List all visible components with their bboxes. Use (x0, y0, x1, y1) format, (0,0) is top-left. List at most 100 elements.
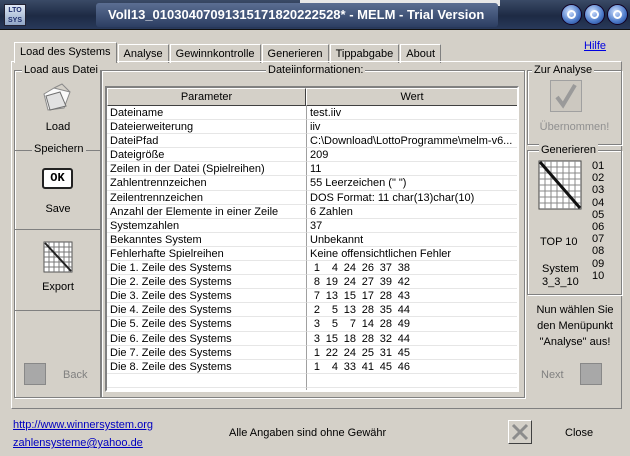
generate-number: 01 (592, 160, 605, 172)
system-number: 49 (397, 318, 410, 331)
column-header-wert[interactable]: Wert (306, 88, 517, 106)
parameter-cell: Zeilen in der Datei (Spielreihen) (107, 162, 307, 177)
table-row[interactable]: Die 7. Zeile des Systems 1 22 24 25 31 45 (107, 345, 517, 360)
email-link[interactable]: zahlensysteme@yahoo.de (13, 437, 143, 449)
table-row[interactable]: Dateiname test.iiv (107, 106, 517, 121)
checkmark-icon[interactable] (550, 80, 582, 112)
table-body: Dateiname test.iiv Dateierweiterung iiv Date… (107, 106, 517, 390)
system-number: 45 (379, 360, 392, 373)
next-button[interactable]: Next (541, 369, 564, 381)
system-number: 46 (397, 360, 410, 373)
system-number: 38 (397, 262, 410, 275)
fileinfo-group-title: Dateiinformationen: (266, 64, 366, 76)
generate-group-title: Generieren (539, 144, 599, 156)
close-window-button[interactable] (607, 4, 628, 25)
system-number: 3 (313, 318, 320, 331)
table-row[interactable]: Die 3. Zeile des Systems 7 13 15 17 28 43 (107, 289, 517, 304)
disclaimer-text: Alle Angaben sind ohne Gewähr (229, 427, 387, 439)
table-row[interactable]: Zahlentrennzeichen 55 Leerzeichen (" ") (107, 176, 517, 191)
next-arrow-icon[interactable] (580, 363, 602, 385)
table-row[interactable]: Anzahl der Elemente in einer Zeile 6 Zahl… (107, 204, 517, 219)
system-number: 28 (361, 304, 374, 317)
table-row[interactable]: Die 8. Zeile des Systems 1 4 33 41 45 46 (107, 359, 517, 374)
divider (14, 310, 101, 311)
table-row[interactable]: Die 2. Zeile des Systems 8 19 24 27 39 42 (107, 275, 517, 290)
value-cell: test.iiv (307, 106, 517, 121)
close-button[interactable]: Close (565, 427, 593, 439)
system-number: 24 (343, 346, 356, 359)
system-number: 42 (397, 276, 410, 289)
system-number: 13 (325, 290, 338, 303)
open-folder-icon[interactable] (40, 82, 76, 114)
system-number: 24 (343, 276, 356, 289)
system-number: 35 (379, 304, 392, 317)
table-row[interactable]: Die 1. Zeile des Systems 1 4 24 26 37 38 (107, 261, 517, 276)
table-row[interactable]: Fehlerhafte Spielreihen Keine offensichtl… (107, 246, 517, 262)
save-label[interactable]: Save (14, 203, 102, 215)
parameter-cell: Zahlentrennzeichen (107, 176, 307, 191)
website-link[interactable]: http://www.winnersystem.org (13, 419, 153, 431)
system-number: 1 (313, 346, 320, 359)
parameter-cell: Die 5. Zeile des Systems (107, 317, 307, 332)
table-row[interactable]: Bekanntes System Unbekannt (107, 232, 517, 247)
system-number: 41 (361, 360, 374, 373)
column-header-parameter[interactable]: Parameter (107, 88, 307, 106)
parameter-cell: Die 4. Zeile des Systems (107, 303, 307, 318)
system-number: 4 (331, 360, 338, 373)
maximize-button[interactable] (584, 4, 605, 25)
system-numbers-cell: 2 5 13 28 35 44 (307, 303, 517, 318)
table-row[interactable]: Zeilen in der Datei (Spielreihen) 11 (107, 162, 517, 177)
value-cell: Unbekannt (307, 233, 517, 247)
system-number: 1 (313, 360, 320, 373)
parameter-cell: Die 6. Zeile des Systems (107, 331, 307, 346)
load-group (14, 70, 101, 398)
table-header: Parameter Wert (107, 88, 517, 106)
generate-number: 09 (592, 257, 605, 270)
table-row[interactable]: Dateigröße 209 (107, 148, 517, 163)
table-row[interactable]: Die 4. Zeile des Systems 2 5 13 28 35 44 (107, 303, 517, 318)
system-number: 13 (343, 304, 356, 317)
parameter-cell: Die 8. Zeile des Systems (107, 359, 307, 374)
table-row[interactable]: Die 6. Zeile des Systems 3 15 18 28 32 44 (107, 331, 517, 346)
export-grid-icon[interactable] (43, 241, 73, 273)
table-row[interactable]: Die 5. Zeile des Systems 3 5 7 14 28 49 (107, 317, 517, 332)
system-number: 7 (313, 290, 320, 303)
close-icon[interactable] (508, 420, 532, 444)
back-arrow-icon[interactable] (24, 363, 46, 385)
fileinfo-table[interactable]: Parameter Wert Dateiname test.iiv Dateierw… (105, 86, 519, 392)
table-row[interactable]: Dateierweiterung iiv (107, 120, 517, 135)
system-numbers-cell: 1 22 24 25 31 45 (307, 346, 517, 360)
load-label[interactable]: Load (14, 121, 102, 133)
system-number: 37 (379, 262, 392, 275)
export-label[interactable]: Export (14, 281, 102, 293)
system-number: 3 (313, 332, 320, 345)
table-row[interactable]: Zeilentrennzeichen DOS Format: 11 char(13… (107, 190, 517, 205)
value-cell: 209 (307, 148, 517, 163)
parameter-cell: DateiPfad (107, 134, 307, 149)
empty-table-row (107, 373, 517, 388)
system-number: 44 (397, 304, 410, 317)
parameter-cell: Dateigröße (107, 148, 307, 163)
system-number: 33 (343, 360, 356, 373)
system-grid-icon[interactable] (538, 160, 582, 210)
title-bar[interactable]: LTO SYS Voll13_0103040709131517182022252… (0, 0, 630, 30)
generate-number: 02 (592, 172, 605, 185)
system-number: 4 (331, 262, 338, 275)
window-title: Voll13_01030407091315171820222528* - MEL… (108, 7, 485, 22)
generate-number: 05 (592, 208, 605, 221)
parameter-cell: Bekanntes System (107, 232, 307, 247)
system-number: 2 (313, 304, 320, 317)
minimize-button[interactable] (561, 4, 582, 25)
back-button[interactable]: Back (63, 369, 87, 381)
system-number: 5 (331, 318, 338, 331)
help-link[interactable]: Hilfe (584, 40, 606, 52)
system-number: 19 (325, 276, 338, 289)
table-row[interactable]: DateiPfad C:\Download\LottoProgramme\melm… (107, 134, 517, 149)
table-row[interactable]: Systemzahlen 37 (107, 218, 517, 233)
system-numbers-cell: 7 13 15 17 28 43 (307, 289, 517, 304)
tab-load[interactable]: Load des Systems (14, 42, 117, 63)
ok-disk-icon[interactable]: OK (42, 168, 73, 189)
parameter-cell: Zeilentrennzeichen (107, 190, 307, 205)
parameter-cell: Dateiname (107, 106, 307, 121)
app-icon[interactable]: LTO SYS (4, 4, 26, 26)
